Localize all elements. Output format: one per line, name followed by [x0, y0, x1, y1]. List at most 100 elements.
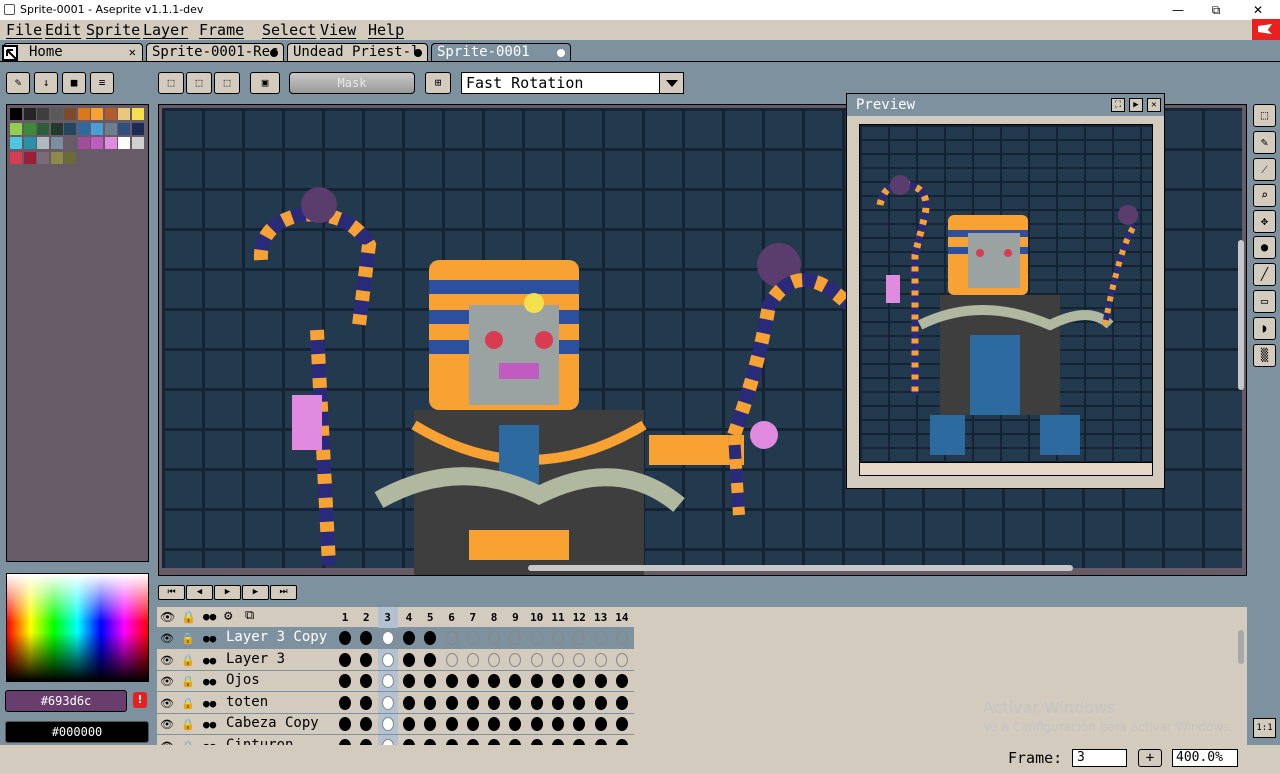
- palette-swatch[interactable]: [23, 151, 36, 164]
- tab-sprite-0001-rec[interactable]: Sprite-0001-Rec: [146, 43, 284, 62]
- palette-swatch[interactable]: [37, 108, 49, 120]
- rotation-algorithm-select[interactable]: Fast Rotation: [461, 72, 684, 94]
- palette-swatch[interactable]: [10, 108, 22, 120]
- tab-undead-priest[interactable]: Undead Priest-l: [287, 43, 428, 62]
- cel[interactable]: [466, 652, 479, 667]
- palette-swatch[interactable]: [77, 122, 90, 135]
- eye-icon[interactable]: 👁: [160, 697, 174, 710]
- palette-swatch[interactable]: [64, 122, 76, 135]
- cel[interactable]: [466, 695, 479, 710]
- modified-dot-icon[interactable]: [270, 49, 278, 57]
- cel[interactable]: [552, 631, 564, 645]
- lock-icon[interactable]: 🔒: [181, 718, 195, 731]
- cel[interactable]: [594, 717, 607, 731]
- cel[interactable]: [381, 652, 394, 667]
- frame-header[interactable]: 13: [591, 609, 611, 627]
- palette-swatch[interactable]: [118, 137, 130, 149]
- last-frame-button[interactable]: ⏭: [270, 585, 297, 600]
- palette-swatch[interactable]: [64, 108, 76, 120]
- cel[interactable]: [488, 717, 501, 731]
- palette-swatch[interactable]: [10, 122, 22, 135]
- cel[interactable]: [339, 717, 351, 731]
- palette-swatch[interactable]: [10, 137, 22, 149]
- palette-swatch[interactable]: [77, 108, 90, 120]
- frame-header[interactable]: 8: [484, 609, 504, 627]
- onion-skin-icon[interactable]: ⧉: [245, 608, 254, 623]
- selection-add-button[interactable]: ⬚: [186, 72, 212, 94]
- cel[interactable]: [402, 652, 415, 667]
- maximize-button[interactable]: ⧉: [1208, 2, 1224, 18]
- frame-header[interactable]: 2: [356, 609, 376, 627]
- palette-swatch[interactable]: [50, 108, 63, 120]
- zoom-tool[interactable]: ⌕: [1253, 184, 1276, 207]
- move-tool[interactable]: ✥: [1253, 210, 1276, 233]
- palette-swatch[interactable]: [64, 137, 76, 149]
- palette-swatch[interactable]: [131, 108, 144, 120]
- palette-swatch[interactable]: [23, 108, 36, 120]
- blur-tool[interactable]: ▒: [1253, 344, 1276, 367]
- palette-swatch[interactable]: [131, 137, 144, 149]
- pivot-button[interactable]: ▣: [250, 72, 280, 94]
- frame-header[interactable]: 12: [569, 609, 589, 627]
- eye-icon[interactable]: 👁: [160, 654, 174, 667]
- continuous-icon[interactable]: ●●: [203, 675, 216, 688]
- cel[interactable]: [339, 674, 351, 688]
- new-frame-button[interactable]: +: [1138, 749, 1162, 767]
- palette-swatch[interactable]: [104, 122, 117, 135]
- palette-swatch[interactable]: [23, 137, 36, 149]
- minimize-button[interactable]: —: [1170, 2, 1186, 18]
- cel[interactable]: [530, 631, 543, 645]
- mask-button[interactable]: Mask: [289, 72, 415, 94]
- save-button[interactable]: ■: [62, 72, 86, 94]
- eye-icon[interactable]: 👁: [160, 718, 174, 731]
- cel[interactable]: [402, 631, 415, 645]
- cel[interactable]: [381, 717, 394, 731]
- cel[interactable]: [594, 695, 607, 710]
- lock-icon[interactable]: 🔒: [181, 697, 195, 710]
- cel[interactable]: [381, 631, 394, 645]
- palette-swatch[interactable]: [50, 122, 63, 135]
- timeline-scrollbar[interactable]: [1238, 630, 1244, 664]
- continuous-icon[interactable]: ●●: [203, 718, 216, 731]
- cel[interactable]: [402, 674, 415, 688]
- menu-button[interactable]: ≡: [90, 72, 114, 94]
- rectangle-tool[interactable]: ▭: [1253, 290, 1276, 313]
- selection-replace-button[interactable]: ⬚: [158, 72, 184, 94]
- cel[interactable]: [466, 717, 479, 731]
- continuous-icon[interactable]: ●●: [203, 654, 216, 667]
- menu-help[interactable]: Help: [368, 21, 404, 39]
- chevron-down-icon[interactable]: [659, 73, 683, 93]
- cel[interactable]: [445, 631, 458, 645]
- cel[interactable]: [488, 674, 501, 688]
- continuous-icon[interactable]: ●●: [203, 632, 216, 645]
- continuous-icon[interactable]: ●●: [203, 697, 216, 710]
- menu-frame[interactable]: Frame: [199, 21, 244, 39]
- palette-swatch[interactable]: [118, 122, 130, 135]
- cel[interactable]: [402, 717, 415, 731]
- cel[interactable]: [402, 695, 415, 710]
- selection-subtract-button[interactable]: ⬚: [214, 72, 240, 94]
- cel[interactable]: [339, 695, 351, 710]
- frame-header[interactable]: 6: [442, 609, 462, 627]
- tab-home[interactable]: Home ✕: [3, 43, 143, 62]
- palette-swatch[interactable]: [118, 108, 130, 120]
- cel[interactable]: [615, 695, 628, 710]
- cel[interactable]: [360, 695, 373, 710]
- cel[interactable]: [445, 695, 458, 710]
- close-window-button[interactable]: ✕: [1250, 2, 1266, 18]
- previous-frame-button[interactable]: ◀: [186, 585, 213, 600]
- cel[interactable]: [615, 674, 628, 688]
- cel[interactable]: [530, 674, 543, 688]
- cel[interactable]: [424, 695, 437, 710]
- cel[interactable]: [466, 631, 479, 645]
- palette-swatch[interactable]: [91, 108, 103, 120]
- next-frame-button[interactable]: ▶: [242, 585, 269, 600]
- palette-swatch[interactable]: [77, 137, 90, 149]
- preview-fit-button[interactable]: ⛶: [1111, 98, 1125, 112]
- cel[interactable]: [594, 652, 607, 667]
- cel[interactable]: [530, 717, 543, 731]
- cel[interactable]: [530, 652, 543, 667]
- eyedropper-tool[interactable]: ⁄: [1253, 158, 1276, 181]
- cel[interactable]: [339, 652, 351, 667]
- color-spectrum[interactable]: [6, 573, 149, 682]
